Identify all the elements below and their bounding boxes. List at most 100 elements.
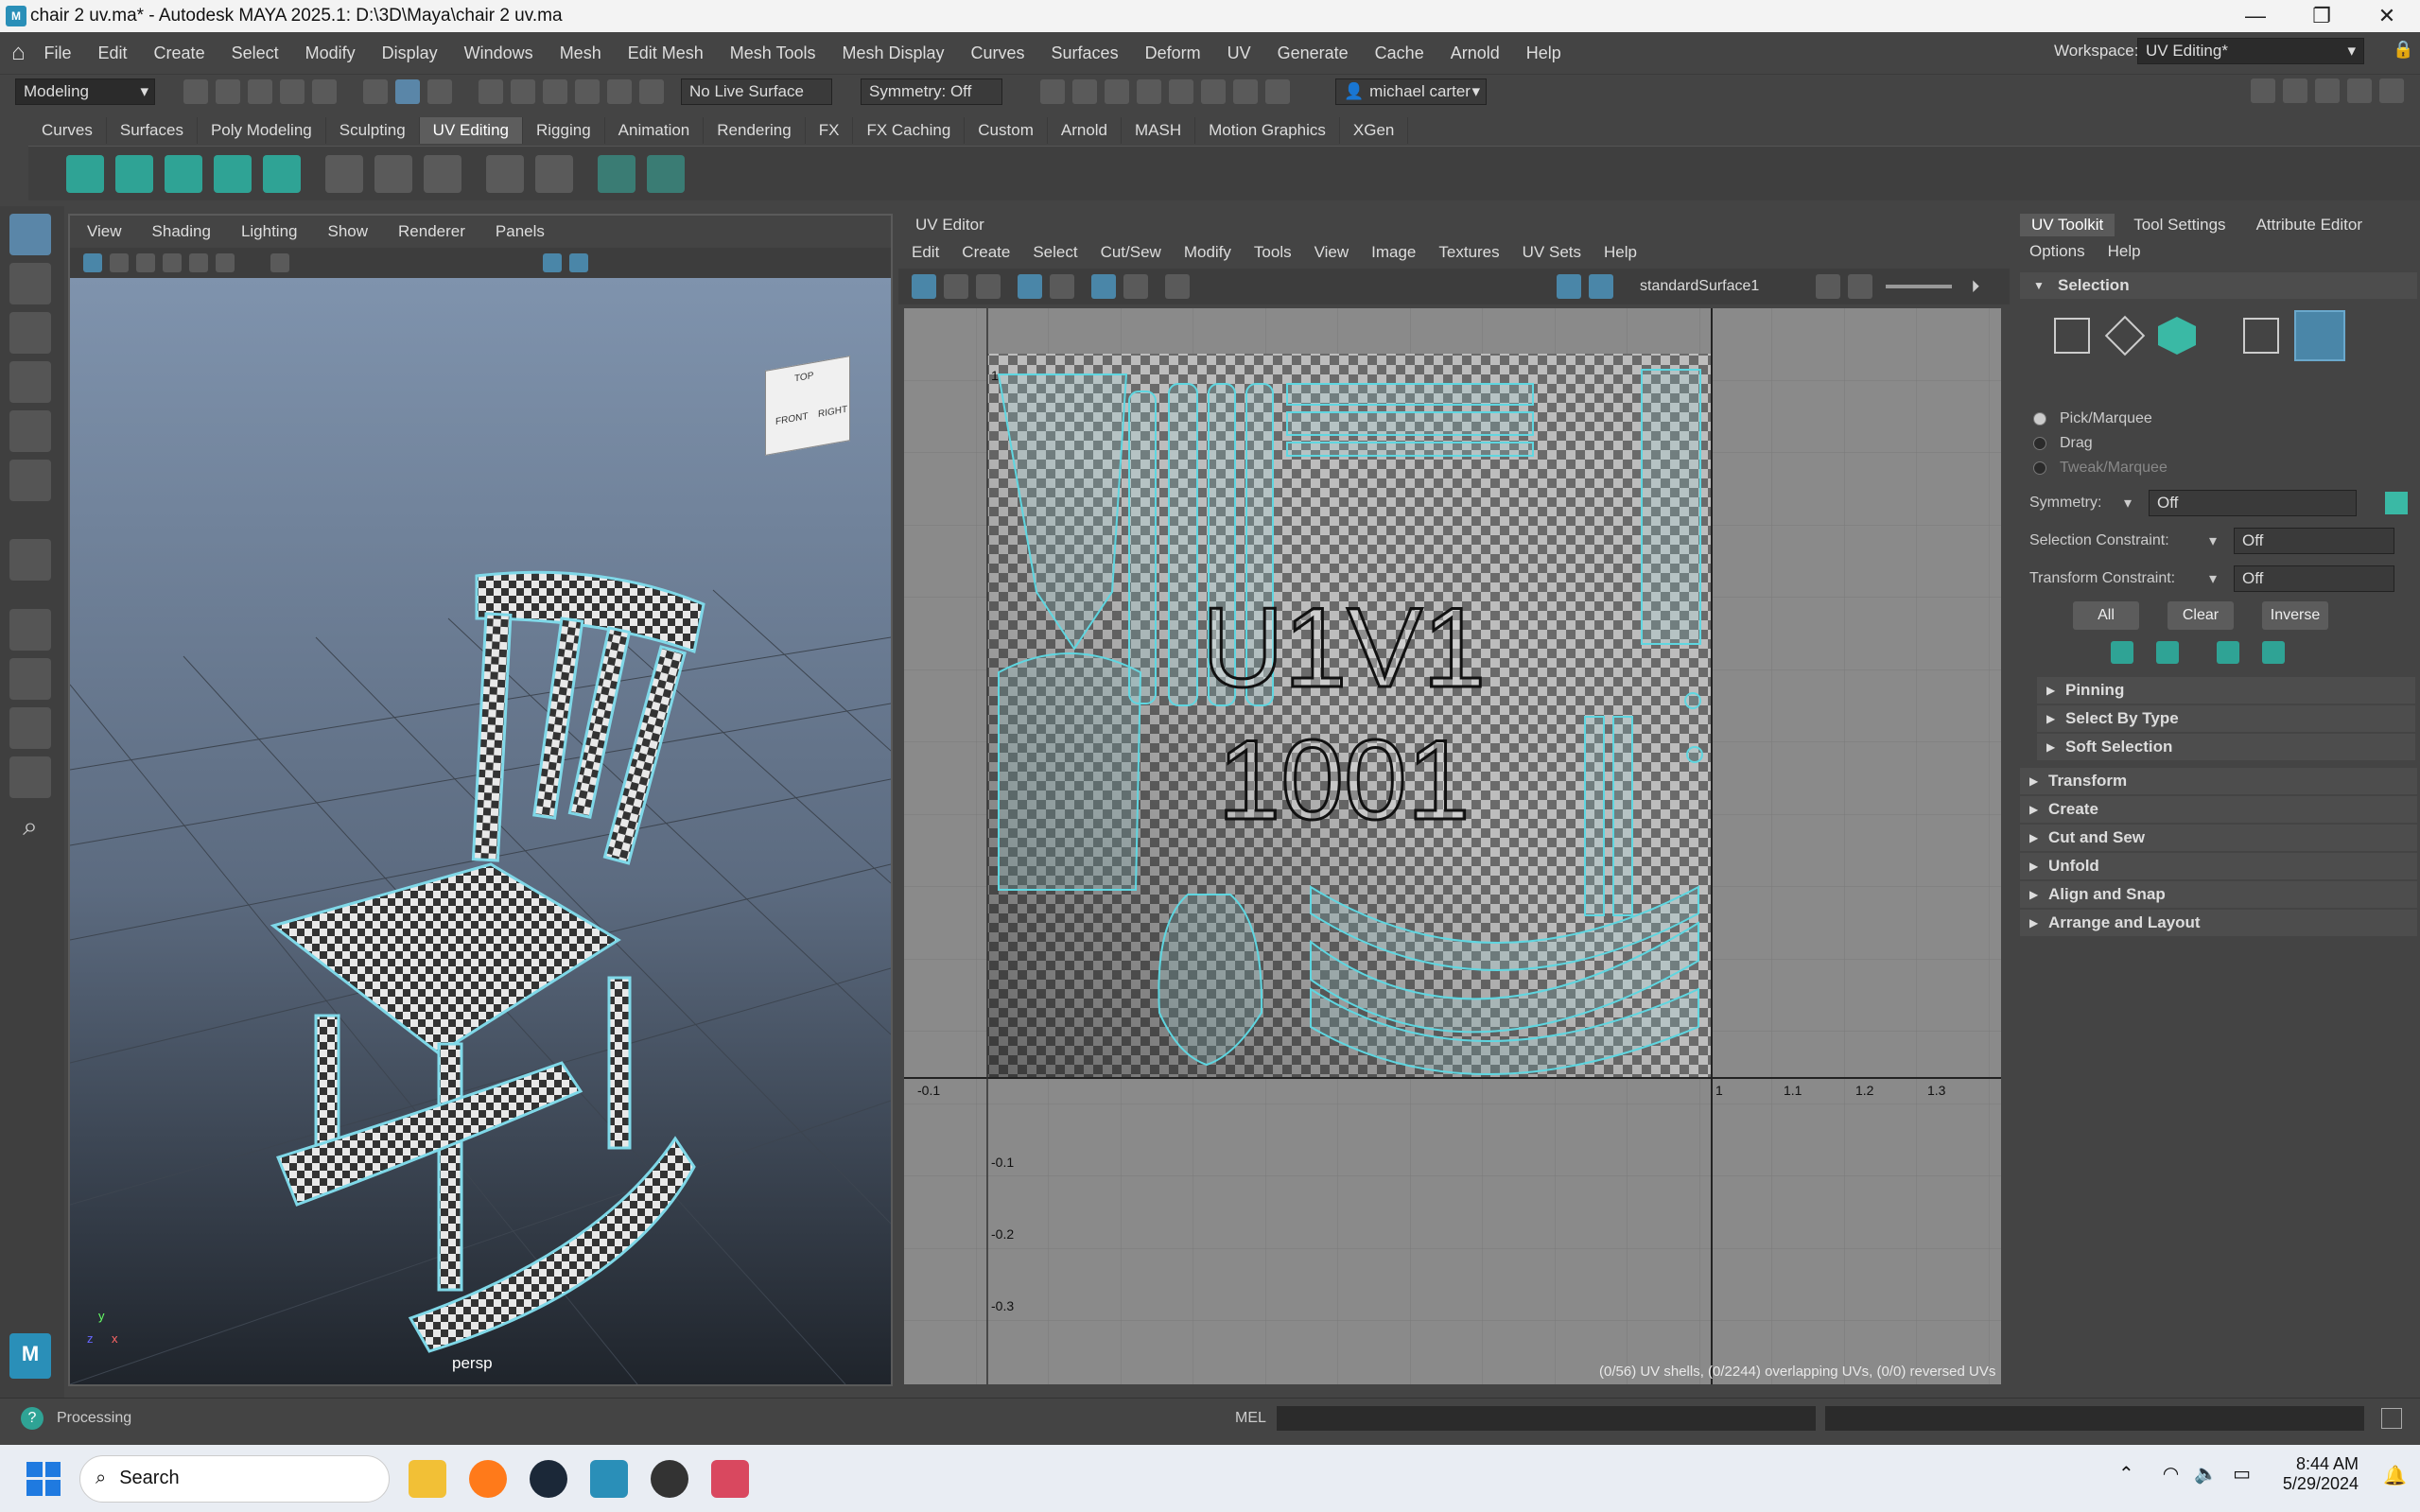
select-tool-icon[interactable] <box>9 214 51 255</box>
viewport-menu-renderer[interactable]: Renderer <box>398 222 465 241</box>
vertex-mode-icon[interactable] <box>2054 318 2090 354</box>
shrink-selection-icon[interactable] <box>2156 641 2179 664</box>
shelf-tab-arnold[interactable]: Arnold <box>1048 117 1122 144</box>
scale-tool-icon[interactable] <box>9 460 51 501</box>
chevron-up-icon[interactable]: ⌃ <box>2118 1462 2134 1486</box>
menu-modify[interactable]: Modify <box>305 43 356 63</box>
uv-menu-textures[interactable]: Textures <box>1438 243 1499 262</box>
menu-edit-mesh[interactable]: Edit Mesh <box>628 43 704 63</box>
chevron-down-icon[interactable]: ▾ <box>2209 531 2234 550</box>
mel-label[interactable]: MEL <box>1235 1410 1266 1427</box>
snipping-tool-icon[interactable] <box>711 1459 749 1498</box>
shelf-tab-animation[interactable]: Animation <box>605 117 705 144</box>
shelf-tab-motion-graphics[interactable]: Motion Graphics <box>1195 117 1340 144</box>
select-shell-border-icon[interactable] <box>2262 641 2285 664</box>
mode-tweak-marquee[interactable]: Tweak/Marquee <box>2033 456 2168 480</box>
menu-generate[interactable]: Generate <box>1278 43 1349 63</box>
snap-view-icon[interactable] <box>575 78 600 104</box>
menu-display[interactable]: Display <box>382 43 438 63</box>
view-cube[interactable]: TOP FRONT RIGHT <box>765 356 850 456</box>
uv-menu-image[interactable]: Image <box>1371 243 1416 262</box>
uv-menu-view[interactable]: View <box>1314 243 1349 262</box>
rotate-tool-icon[interactable] <box>9 410 51 452</box>
clock[interactable]: 8:44 AM 5/29/2024 <box>2279 1454 2359 1494</box>
taskbar-search-box[interactable]: ⌕ Search <box>79 1454 390 1503</box>
shelf-tab-poly-modeling[interactable]: Poly Modeling <box>198 117 326 144</box>
live-surface-field[interactable]: No Live Surface <box>681 78 832 105</box>
workspace-dropdown[interactable]: UV Editing* ▾ <box>2137 38 2364 64</box>
sew-uv-icon[interactable] <box>486 154 524 193</box>
chevron-down-icon[interactable]: ▾ <box>2124 494 2149 513</box>
uv-grid-view[interactable]: U1V1 1001 -0.1 1 1.1 1.2 1.3 1 -0.1 -0.2… <box>904 308 2001 1384</box>
windows-start-icon[interactable] <box>26 1461 61 1496</box>
snap-curve-icon[interactable] <box>511 78 535 104</box>
command-line-input[interactable] <box>1277 1406 1816 1431</box>
planar-mapping-icon[interactable] <box>66 154 104 193</box>
edge-mode-icon[interactable] <box>2104 315 2146 356</box>
uv-shell-select-icon[interactable] <box>912 274 936 299</box>
toolkit-menu-help[interactable]: Help <box>2108 242 2141 261</box>
paint-select-icon[interactable] <box>9 312 51 354</box>
snap-pivot-icon[interactable] <box>639 78 664 104</box>
cut-and-sew-section[interactable]: Cut and Sew <box>2020 825 2417 851</box>
open-scene-icon[interactable] <box>216 78 240 104</box>
uv-menu-select[interactable]: Select <box>1033 243 1077 262</box>
script-editor-icon[interactable] <box>2381 1408 2402 1429</box>
select-by-type-section[interactable]: Select By Type <box>2037 705 2415 732</box>
viewport-menu-panels[interactable]: Panels <box>496 222 545 241</box>
obs-icon[interactable] <box>651 1459 688 1498</box>
notifications-icon[interactable]: 🔔 <box>2383 1464 2407 1487</box>
render-setup-icon[interactable] <box>1201 78 1226 104</box>
tab-tool-settings[interactable]: Tool Settings <box>2122 214 2237 236</box>
shelf-tab-rendering[interactable]: Rendering <box>704 117 806 144</box>
snap-surface-icon[interactable] <box>607 78 632 104</box>
channel-box-icon[interactable] <box>2347 78 2372 103</box>
grow-selection-icon[interactable] <box>2111 641 2133 664</box>
render-view-icon[interactable] <box>1040 78 1065 104</box>
lock-icon[interactable]: 🔒 <box>2393 40 2413 60</box>
steam-icon[interactable] <box>530 1459 567 1498</box>
checker-map-icon[interactable] <box>598 154 635 193</box>
cut-uv-icon[interactable] <box>424 154 461 193</box>
help-icon[interactable]: ? <box>21 1406 44 1430</box>
selection-constraint-dropdown[interactable]: Off <box>2234 528 2394 554</box>
exposure-slider[interactable] <box>1886 285 1953 288</box>
menu-mesh[interactable]: Mesh <box>560 43 601 63</box>
symmetry-icon[interactable] <box>2385 492 2408 514</box>
attribute-editor-icon[interactable] <box>2283 78 2307 103</box>
render-settings-icon[interactable] <box>1137 78 1161 104</box>
lighting-icon[interactable] <box>189 253 208 272</box>
transform-constraint-dropdown[interactable]: Off <box>2234 565 2394 592</box>
soft-selection-section[interactable]: Soft Selection <box>2037 734 2415 760</box>
select-hierarchy-icon[interactable] <box>363 78 388 104</box>
pause-icon[interactable] <box>1265 78 1290 104</box>
single-view-layout-icon[interactable] <box>9 609 51 651</box>
uv-menu-create[interactable]: Create <box>962 243 1010 262</box>
menu-deform[interactable]: Deform <box>1145 43 1201 63</box>
symmetry-dropdown[interactable]: Off <box>2149 490 2357 516</box>
menu-curves[interactable]: Curves <box>971 43 1025 63</box>
viewport-scene[interactable]: TOP FRONT RIGHT y z x persp <box>69 278 892 1385</box>
uv-menu-edit[interactable]: Edit <box>912 243 939 262</box>
hypershade-icon[interactable] <box>1169 78 1193 104</box>
menu-help[interactable]: Help <box>1526 43 1561 63</box>
align-and-snap-section[interactable]: Align and Snap <box>2020 881 2417 908</box>
close-button[interactable]: ✕ <box>2354 0 2420 32</box>
light-editor-icon[interactable] <box>1233 78 1258 104</box>
battery-icon[interactable]: ▭ <box>2233 1462 2251 1486</box>
lasso-tool-icon[interactable] <box>9 263 51 304</box>
snap-grid-icon[interactable] <box>479 78 503 104</box>
shelf-tab-fx-caching[interactable]: FX Caching <box>853 117 966 144</box>
new-scene-icon[interactable] <box>183 78 208 104</box>
uv-layout-icon[interactable] <box>325 154 363 193</box>
viewport-menu-show[interactable]: Show <box>328 222 369 241</box>
snap-point-icon[interactable] <box>543 78 567 104</box>
uv-shaded-icon[interactable] <box>1091 274 1116 299</box>
shadows-icon[interactable] <box>216 253 235 272</box>
render-frame-icon[interactable] <box>1072 78 1097 104</box>
uv-menu-cut-sew[interactable]: Cut/Sew <box>1101 243 1161 262</box>
menu-mesh-tools[interactable]: Mesh Tools <box>730 43 816 63</box>
uv-menu-uv-sets[interactable]: UV Sets <box>1523 243 1581 262</box>
uv-mode-icon[interactable] <box>2243 318 2279 354</box>
uv-face-select-icon[interactable] <box>944 274 968 299</box>
